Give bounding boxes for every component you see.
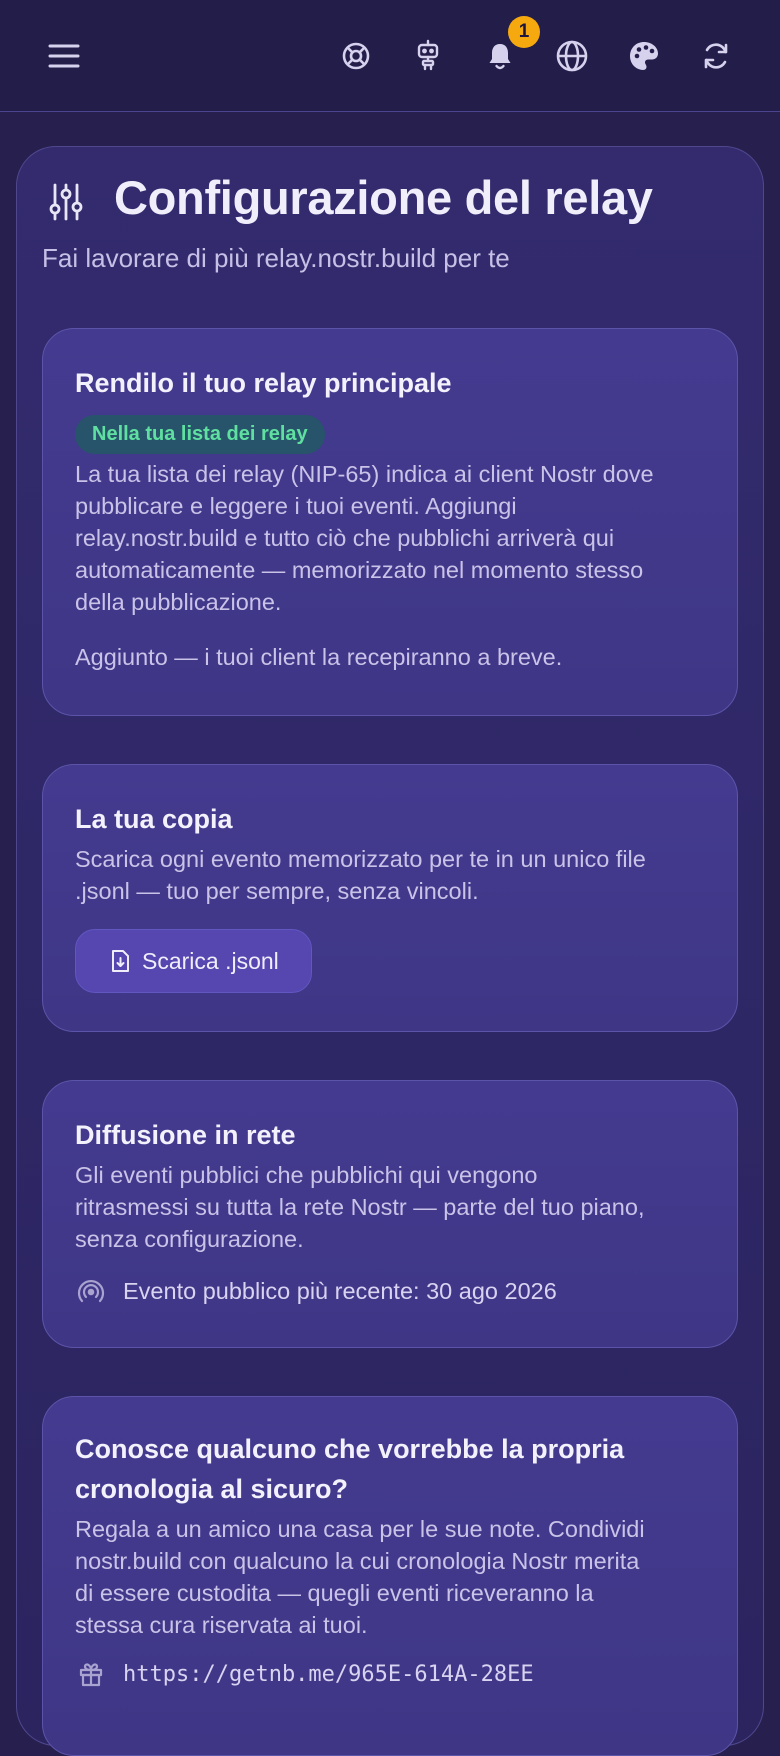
hamburger-menu-icon[interactable] — [40, 34, 88, 78]
card-text-line: Gli eventi pubblici che pubblichi qui ve… — [75, 1162, 538, 1188]
download-jsonl-button[interactable]: Scarica .jsonl — [75, 929, 312, 993]
card-text-line: nostr.build con qualcuno la cui cronolog… — [75, 1548, 640, 1574]
card-text-line: .jsonl — tuo per sempre, senza vincoli. — [75, 878, 479, 904]
card-text-line: pubblicare e leggere i tuoi eventi. Aggi… — [75, 493, 517, 519]
lifebuoy-icon[interactable] — [338, 36, 374, 76]
card-heading: Conosce qualcuno che vorrebbe la propria — [75, 1434, 625, 1464]
added-status-text: Aggiunto — i tuoi client la recepiranno … — [75, 644, 563, 670]
card-text-line: Scarica ogni evento memorizzato per te i… — [75, 846, 646, 872]
card-heading: cronologia al sicuro? — [75, 1474, 349, 1504]
your-copy-card: La tua copia Scarica ogni evento memoriz… — [42, 764, 738, 1032]
card-text-line: di essere custodita — quegli eventi rice… — [75, 1580, 594, 1606]
page-title: Configurazione del relay — [114, 171, 653, 224]
card-heading: La tua copia — [75, 804, 233, 834]
broadcast-icon — [75, 1277, 107, 1305]
gift-card: Conosce qualcuno che vorrebbe la propria… — [42, 1396, 738, 1756]
notification-badge: 1 — [508, 16, 540, 48]
file-download-icon — [110, 949, 130, 973]
referral-link[interactable]: https://getnb.me/965E-614A-28EE — [123, 1662, 534, 1687]
card-text-line: ritrasmessi su tutta la rete Nostr — par… — [75, 1194, 645, 1220]
card-text-line: automaticamente — memorizzato nel moment… — [75, 557, 644, 583]
page-subtitle: Fai lavorare di più relay.nostr.build pe… — [42, 243, 510, 273]
gift-icon — [75, 1661, 107, 1687]
robot-icon[interactable] — [410, 34, 446, 76]
top-bar: 1 — [0, 0, 780, 112]
card-text-line: relay.nostr.build e tutto ciò che pubbli… — [75, 525, 615, 551]
refresh-icon[interactable] — [696, 36, 736, 76]
card-text-line: Regala a un amico una casa per le sue no… — [75, 1516, 645, 1542]
card-heading: Rendilo il tuo relay principale — [75, 368, 452, 398]
card-text-line: della pubblicazione. — [75, 589, 282, 615]
download-button-label: Scarica .jsonl — [142, 947, 279, 974]
primary-relay-card: Rendilo il tuo relay principale Nella tu… — [42, 328, 738, 716]
latest-public-event: Evento pubblico più recente: 30 ago 2026 — [123, 1277, 557, 1304]
network-broadcast-card: Diffusione in rete Gli eventi pubblici c… — [42, 1080, 738, 1348]
card-text-line: La tua lista dei relay (NIP-65) indica a… — [75, 461, 654, 487]
globe-icon[interactable] — [552, 36, 592, 76]
card-text-line: stessa cura riservata ai tuoi. — [75, 1612, 368, 1638]
relay-list-status-badge: Nella tua lista dei relay — [75, 415, 325, 454]
card-heading: Diffusione in rete — [75, 1120, 296, 1150]
card-text-line: senza configurazione. — [75, 1226, 304, 1252]
sliders-icon — [46, 182, 86, 222]
palette-icon[interactable] — [624, 36, 664, 76]
